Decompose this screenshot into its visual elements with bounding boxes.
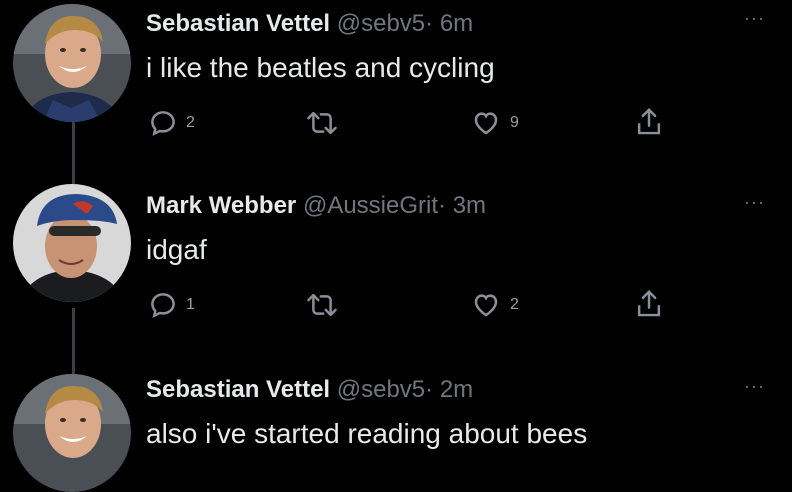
retweet-icon [307,293,337,317]
like-count: 9 [510,114,519,131]
retweet-button[interactable] [306,108,338,138]
user-handle[interactable]: @AussieGrit [303,192,438,219]
avatar[interactable] [13,184,131,302]
tweet[interactable]: Sebastian Vettel @sebv5· 2m ··· also i'v… [0,368,792,492]
tweet-header: Sebastian Vettel @sebv5· 2m [146,376,473,404]
tweet-text: also i've started reading about bees [146,418,588,449]
like-button[interactable]: 2 [470,290,519,320]
share-icon [637,289,661,317]
timestamp[interactable]: 6m [440,10,473,37]
more-icon[interactable]: ··· [744,192,765,213]
avatar[interactable] [13,374,131,492]
reply-count: 2 [186,114,195,131]
share-button[interactable] [634,106,664,138]
like-count: 2 [510,296,519,313]
retweet-button[interactable] [306,290,338,320]
tweet[interactable]: Mark Webber @AussieGrit· 3m ··· idgaf 1 … [0,184,792,364]
separator: · [438,192,447,219]
tweet-header: Sebastian Vettel @sebv5· 6m [146,10,473,38]
separator: · [425,376,434,403]
tweet[interactable]: Sebastian Vettel @sebv5· 6m ··· i like t… [0,0,792,180]
reply-button[interactable]: 1 [148,290,195,320]
like-icon [474,294,498,317]
share-icon [637,107,661,135]
separator: · [425,10,434,37]
tweet-header: Mark Webber @AussieGrit· 3m [146,192,486,220]
tweet-text: i like the beatles and cycling [146,52,495,83]
tweet-text: idgaf [146,234,207,265]
user-handle[interactable]: @sebv5 [337,10,425,37]
retweet-icon [307,111,337,135]
more-icon[interactable]: ··· [744,376,765,397]
user-handle[interactable]: @sebv5 [337,376,425,403]
more-icon[interactable]: ··· [744,8,765,29]
reply-count: 1 [186,296,195,313]
timestamp[interactable]: 3m [453,192,486,219]
display-name[interactable]: Sebastian Vettel [146,10,330,37]
like-icon [474,112,498,135]
share-button[interactable] [634,288,664,320]
reply-button[interactable]: 2 [148,108,195,138]
display-name[interactable]: Mark Webber [146,192,296,219]
reply-icon [151,111,175,136]
display-name[interactable]: Sebastian Vettel [146,376,330,403]
like-button[interactable]: 9 [470,108,519,138]
reply-icon [151,293,175,318]
avatar[interactable] [13,4,131,122]
timestamp[interactable]: 2m [440,376,473,403]
